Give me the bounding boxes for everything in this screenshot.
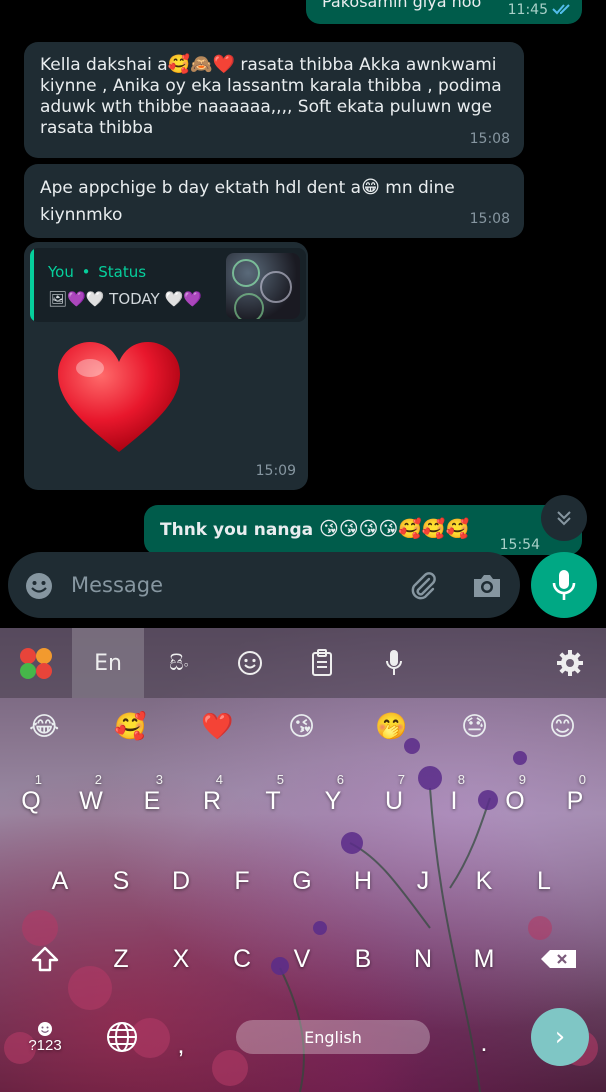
- key-o[interactable]: 9O: [490, 772, 540, 826]
- microphone-icon: [552, 570, 576, 600]
- key-x[interactable]: X: [156, 934, 206, 984]
- key-n[interactable]: N: [398, 934, 448, 984]
- emoji-suggestion[interactable]: 😘: [288, 712, 315, 742]
- message-input[interactable]: Message: [71, 573, 163, 597]
- emoji-icon[interactable]: [24, 571, 54, 601]
- message-time: 15:09: [255, 463, 296, 479]
- comma-key[interactable]: ,: [156, 1020, 206, 1070]
- keyboard-toolbar: En සිං: [0, 628, 606, 698]
- tab-english[interactable]: En: [72, 628, 144, 698]
- shift-key[interactable]: [20, 934, 70, 984]
- heart-emoji-large: [58, 342, 180, 452]
- chat-area: Pakosamin giya hoo 11:45 Kella dakshai a…: [0, 0, 606, 628]
- status-thumbnail: [226, 253, 300, 319]
- key-v[interactable]: V: [277, 934, 327, 984]
- key-d[interactable]: D: [156, 856, 206, 906]
- keyboard-settings-button[interactable]: [534, 628, 606, 698]
- message-time: 11:45: [507, 2, 548, 18]
- message-line: kiynnmko: [40, 205, 123, 225]
- emoji: ❤️: [212, 54, 235, 75]
- key-c[interactable]: C: [217, 934, 267, 984]
- message-incoming-2[interactable]: Ape appchige b day ektath hdl dent a😁 mn…: [24, 164, 524, 238]
- quote-header: You • Status: [48, 263, 147, 281]
- key-p[interactable]: 0P: [550, 772, 600, 826]
- emoji-suggestion[interactable]: 😂: [29, 712, 59, 742]
- language-key[interactable]: [97, 1012, 147, 1062]
- key-z[interactable]: Z: [96, 934, 146, 984]
- double-chevron-down-icon: [557, 511, 571, 526]
- message-outgoing-partial[interactable]: Pakosamin giya hoo 11:45: [306, 0, 582, 24]
- message-text: Pakosamin giya hoo: [322, 0, 482, 11]
- key-k[interactable]: K: [459, 856, 509, 906]
- period-key[interactable]: .: [459, 1018, 509, 1068]
- message-outgoing-thanks[interactable]: Thnk you nanga 😘😘😘😘🥰🥰🥰 15:54: [144, 505, 582, 555]
- smiley-icon: [238, 651, 262, 675]
- key-s[interactable]: S: [96, 856, 146, 906]
- gear-icon: [557, 650, 583, 676]
- backspace-key[interactable]: [534, 934, 584, 984]
- key-j[interactable]: J: [398, 856, 448, 906]
- emoji-small-icon: [38, 1021, 52, 1036]
- emoji-suggestion[interactable]: 🤭: [375, 712, 407, 742]
- emoji-suggestion[interactable]: 🥰: [114, 712, 146, 742]
- scroll-to-bottom-button[interactable]: [541, 495, 587, 541]
- apps-icon: [20, 648, 52, 679]
- message-line: Ape appchige b day ektath hdl dent a😁 mn…: [40, 177, 455, 198]
- message-line: Kella dakshai a🥰🙈❤️ rasata thibba Akka a…: [40, 54, 497, 75]
- emoji: 🥰: [167, 54, 191, 75]
- key-l[interactable]: L: [519, 856, 569, 906]
- key-h[interactable]: H: [338, 856, 388, 906]
- key-f[interactable]: F: [217, 856, 267, 906]
- message-line: kiynne , Anika oy eka lassantm karala th…: [40, 76, 502, 96]
- attach-icon[interactable]: [407, 570, 439, 602]
- symbols-key[interactable]: ?123: [20, 1012, 70, 1062]
- backspace-icon: [541, 950, 576, 968]
- emoji-tab[interactable]: [214, 628, 286, 698]
- quote-text: 🖼💜🤍 TODAY 🤍💜: [48, 290, 202, 308]
- message-time: 15:08: [469, 131, 510, 147]
- message-time: 15:54: [499, 537, 540, 553]
- read-receipt-icon: [552, 4, 570, 15]
- key-g[interactable]: G: [277, 856, 327, 906]
- message-line: rasata thibba: [40, 118, 154, 138]
- key-u[interactable]: 7U: [369, 772, 419, 826]
- keyboard-apps-button[interactable]: [0, 628, 72, 698]
- clipboard-icon: [312, 649, 332, 676]
- message-incoming-1[interactable]: Kella dakshai a🥰🙈❤️ rasata thibba Akka a…: [24, 42, 524, 158]
- key-b[interactable]: B: [338, 934, 388, 984]
- key-y[interactable]: 6Y: [308, 772, 358, 826]
- message-line: aduwk wth thibbe naaaaaa,,,, Soft ekata …: [40, 97, 492, 117]
- emoji-suggestion[interactable]: 😓: [461, 712, 488, 742]
- emoji: 🙈: [190, 54, 213, 75]
- key-e[interactable]: 3E: [127, 772, 177, 826]
- emoji-suggestion[interactable]: 😊: [549, 712, 576, 742]
- tab-sinhala[interactable]: සිං: [144, 628, 214, 698]
- voice-input-tab[interactable]: [358, 628, 430, 698]
- message-time: 15:08: [469, 211, 510, 227]
- key-t[interactable]: 5T: [248, 772, 298, 826]
- camera-icon[interactable]: [471, 572, 503, 600]
- enter-key[interactable]: ›: [531, 1008, 589, 1066]
- key-q[interactable]: 1Q: [6, 772, 56, 826]
- message-input-bar: Message: [8, 552, 520, 618]
- message-text: Thnk you nanga: [160, 520, 320, 540]
- quoted-status[interactable]: You • Status 🖼💜🤍 TODAY 🤍💜: [30, 248, 306, 322]
- shift-icon: [31, 946, 59, 972]
- key-m[interactable]: M: [459, 934, 509, 984]
- keyboard: En සිං 😂 🥰 ❤️ 😘 🤭 😓 😊 1 Q 2 W 3 E 4 R 5 …: [0, 628, 606, 1092]
- key-r[interactable]: 4R: [187, 772, 237, 826]
- space-bar[interactable]: English: [236, 1020, 430, 1054]
- key-w[interactable]: 2W: [66, 772, 116, 826]
- key-a[interactable]: A: [35, 856, 85, 906]
- voice-record-button[interactable]: [531, 552, 597, 618]
- microphone-icon: [386, 650, 402, 675]
- globe-icon: [107, 1022, 137, 1052]
- emoji-suggestion[interactable]: ❤️: [201, 712, 233, 742]
- message-emojis: 😘😘😘😘🥰🥰🥰: [319, 518, 470, 540]
- message-incoming-status-reply[interactable]: You • Status 🖼💜🤍 TODAY 🤍💜 15:09: [24, 242, 308, 490]
- key-i[interactable]: 8I: [429, 772, 479, 826]
- emoji: 😁: [361, 177, 380, 198]
- clipboard-tab[interactable]: [286, 628, 358, 698]
- quote-accent-bar: [30, 248, 34, 322]
